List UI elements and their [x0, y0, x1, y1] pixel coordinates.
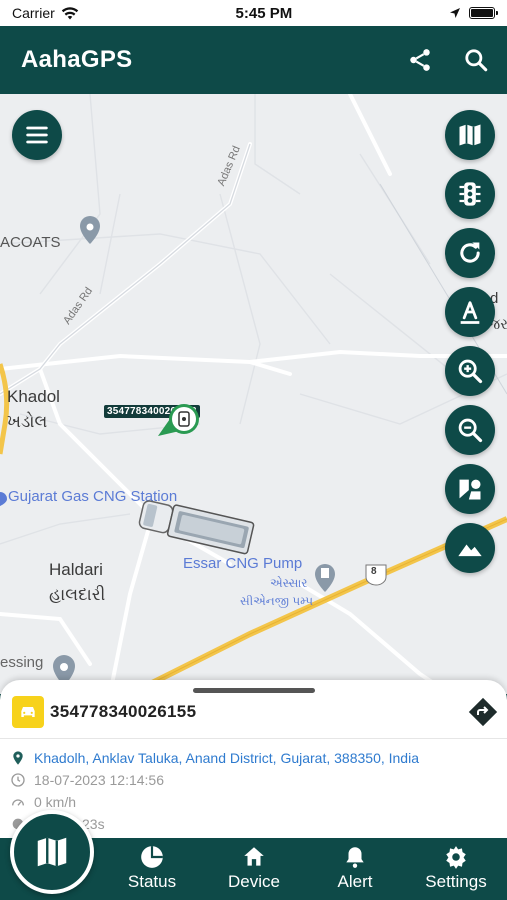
- home-icon: [244, 847, 264, 866]
- poi-label-essar-gujarati-1: એસ્સાર: [270, 576, 308, 590]
- car-icon: [21, 707, 35, 717]
- poi-label-essar-gujarati-2: સીએનજી પમ્પ: [240, 594, 314, 608]
- traffic-button[interactable]: [445, 169, 495, 219]
- menu-button[interactable]: [12, 110, 62, 160]
- speed-text: 0 km/h: [34, 794, 77, 810]
- satellite-button[interactable]: [445, 464, 495, 514]
- text-label-icon: [460, 301, 480, 324]
- address-text: Khadolh, Anklav Taluka, Anand District, …: [34, 750, 419, 766]
- refresh-button[interactable]: [445, 228, 495, 278]
- gas-pin-icon: [0, 492, 7, 506]
- map-layers-button[interactable]: [445, 110, 495, 160]
- zoom-out-icon: [458, 418, 483, 443]
- sheet-drag-handle[interactable]: [193, 688, 315, 693]
- battery-icon: [468, 7, 498, 19]
- address-row[interactable]: Khadolh, Anklav Taluka, Anand District, …: [10, 750, 419, 766]
- highway-shield-label: 8: [371, 566, 377, 577]
- terrain-icon: [458, 544, 482, 557]
- datetime-text: 18-07-2023 12:14:56: [34, 772, 164, 788]
- zoom-out-button[interactable]: [445, 405, 495, 455]
- clock-icon: [11, 773, 25, 787]
- place-label-haldari: Haldari: [49, 560, 103, 579]
- poi-label-acoats: ACOATS: [0, 234, 61, 251]
- vehicle-marker-icon[interactable]: [158, 402, 204, 438]
- poi-label-essar: Essar CNG Pump: [183, 555, 303, 572]
- nav-device[interactable]: Device: [204, 844, 304, 892]
- hamburger-icon: [26, 126, 48, 144]
- text-label-button[interactable]: [445, 287, 495, 337]
- bell-icon: [346, 847, 364, 868]
- zoom-in-button[interactable]: [445, 346, 495, 396]
- place-label-khadol: Khadol: [7, 387, 60, 406]
- datetime-row: 18-07-2023 12:14:56: [10, 772, 164, 788]
- wifi-icon: [61, 6, 78, 19]
- place-label-haldari-gujarati: હાલદારી: [49, 585, 106, 604]
- map-layers-icon: [459, 124, 481, 146]
- status-bar: Carrier 5:45 PM: [0, 0, 507, 26]
- nav-settings[interactable]: Settings: [406, 844, 506, 892]
- app-bar: AahaGPS: [0, 26, 507, 94]
- nav-map-button[interactable]: [10, 810, 94, 894]
- pie-chart-icon: [141, 846, 163, 868]
- vehicle-imei: 354778340026155: [50, 702, 197, 721]
- app-title: AahaGPS: [21, 46, 133, 73]
- nav-settings-label: Settings: [425, 872, 487, 891]
- satellite-icon: [459, 479, 481, 500]
- search-icon[interactable]: [463, 47, 489, 73]
- location-pin-icon: [13, 751, 23, 765]
- map-icon: [37, 837, 67, 867]
- vehicle-type-badge: [12, 696, 44, 728]
- clock: 5:45 PM: [235, 4, 293, 22]
- traffic-icon: [459, 182, 481, 206]
- nav-device-label: Device: [228, 872, 280, 891]
- refresh-icon: [460, 242, 480, 263]
- nav-alert[interactable]: Alert: [305, 844, 405, 892]
- poi-label-essing: essing: [0, 654, 44, 671]
- speedometer-icon: [12, 799, 24, 806]
- sheet-divider: [0, 738, 507, 739]
- zoom-in-icon: [458, 359, 483, 384]
- speed-row: 0 km/h: [10, 794, 76, 810]
- directions-icon[interactable]: [467, 696, 499, 728]
- nav-alert-label: Alert: [337, 872, 373, 891]
- nav-status[interactable]: Status: [102, 844, 202, 892]
- carrier-label: Carrier: [12, 5, 55, 21]
- gear-icon: [446, 846, 466, 869]
- place-label-khadol-gujarati: ખડોલ: [7, 412, 48, 431]
- share-icon[interactable]: [407, 47, 433, 73]
- nav-status-label: Status: [127, 872, 177, 891]
- location-arrow-icon: [449, 8, 460, 18]
- map-view[interactable]: Adas Rd Adas Rd ACOATS Khadol ખડોલ Gujar…: [0, 94, 507, 694]
- terrain-button[interactable]: [445, 523, 495, 573]
